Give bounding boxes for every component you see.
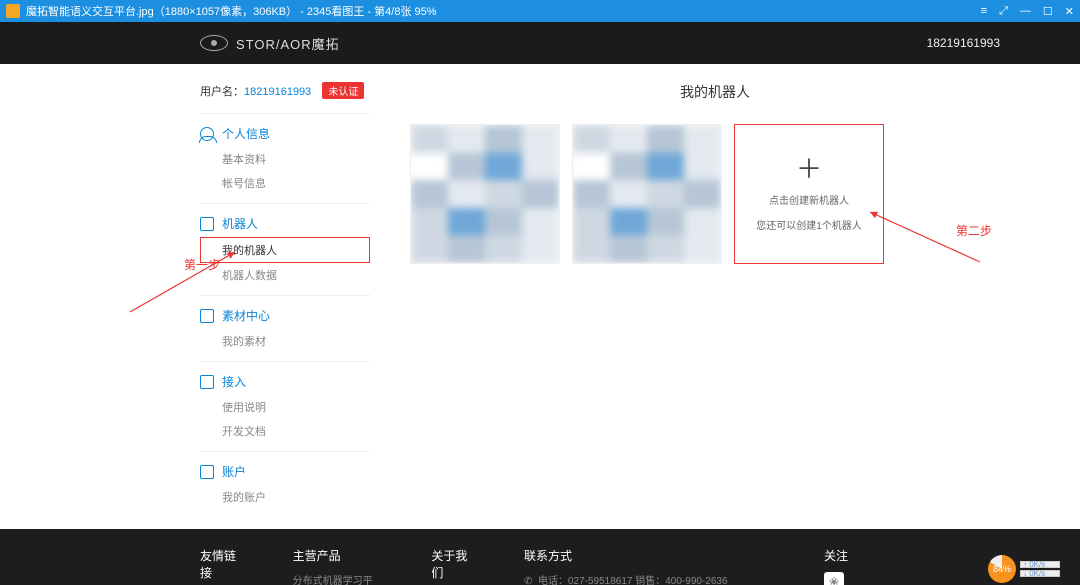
account-icon [200,465,214,479]
user-icon [200,127,214,141]
main-area: 我的机器人 ＋ 点击创建新机器人 您还可以创建1个机器人 [370,82,1020,509]
footer-links: 友情链接 [200,547,243,585]
plus-icon: ＋ [796,156,822,182]
footer-follow: 关注 ❀ [824,547,880,585]
menu-icon[interactable]: ≡ [981,5,987,18]
sidebar: 用户名：18219161993 未认证 个人信息 基本资料 帐号信息 机器人 我… [200,82,370,509]
menu-head-material[interactable]: 素材中心 [200,302,370,329]
app-icon [6,4,20,18]
robot-card-1[interactable] [410,124,560,264]
create-robot-card[interactable]: ＋ 点击创建新机器人 您还可以创建1个机器人 [734,124,884,264]
window-title: 魔拓智能语义交互平台.jpg（1880×1057像素，306KB） - 2345… [26,3,981,19]
menu-head-access[interactable]: 接入 [200,368,370,395]
menu-head-robot[interactable]: 机器人 [200,210,370,237]
wechat-icon[interactable]: ❀ [824,572,844,585]
create-text-1: 点击创建新机器人 [769,192,849,207]
gauge-circle: 84% [988,555,1016,583]
close-icon[interactable]: ✕ [1065,5,1074,18]
logo-icon [200,35,228,51]
sidebar-item-my-robots[interactable]: 我的机器人 [200,237,370,263]
robot-card-2[interactable] [572,124,722,264]
maximize-icon[interactable]: ☐ [1043,5,1053,18]
brand-text: STOR/AOR魔拓 [236,34,340,53]
sidebar-item-account-info[interactable]: 帐号信息 [200,171,370,195]
sidebar-item-basic-info[interactable]: 基本资料 [200,147,370,171]
footer-contact: 联系方式 ✆电话：027-59518617 销售：400-990-2636 ◉Q… [524,547,774,585]
username-row: 用户名：18219161993 未认证 [200,82,370,99]
footer-about: 关于我们 魔拓动态 产品服务 应用案例 加入我们 [431,547,474,585]
menu-head-account[interactable]: 账户 [200,458,370,485]
network-gauge[interactable]: 84% ↑ 0K/s ↓ 0K/s [988,555,1060,583]
page-title: 我的机器人 [410,82,1020,102]
robot-icon [200,217,214,231]
window-controls: ≡ ⤢ — ☐ ✕ [981,5,1074,18]
access-icon [200,375,214,389]
material-icon [200,309,214,323]
phone-icon: ✆ [524,576,534,585]
menu-head-profile[interactable]: 个人信息 [200,120,370,147]
download-speed: ↓ 0K/s [1020,570,1060,577]
create-text-2: 您还可以创建1个机器人 [756,217,862,232]
window-titlebar: 魔拓智能语义交互平台.jpg（1880×1057像素，306KB） - 2345… [0,0,1080,22]
sidebar-item-usage[interactable]: 使用说明 [200,395,370,419]
site-footer: 友情链接 主营产品 分布式机器学习平台 智能交互舆情平台 魔拓智能语义交互平台 … [0,529,1080,585]
username-value: 18219161993 [244,86,311,98]
header-username[interactable]: 18219161993 [927,36,1000,50]
sidebar-item-robot-data[interactable]: 机器人数据 [200,263,370,287]
brand-logo[interactable]: STOR/AOR魔拓 [200,34,340,53]
sidebar-item-my-account[interactable]: 我的账户 [200,485,370,509]
minimize-icon[interactable]: — [1020,5,1031,18]
site-header: STOR/AOR魔拓 18219161993 [0,22,1080,64]
username-label: 用户名： [200,86,244,98]
auth-badge[interactable]: 未认证 [322,82,364,99]
sidebar-item-my-material[interactable]: 我的素材 [200,329,370,353]
footer-products: 主营产品 分布式机器学习平台 智能交互舆情平台 魔拓智能语义交互平台 智能对话机… [293,547,382,585]
expand-icon[interactable]: ⤢ [999,5,1008,18]
sidebar-item-devdocs[interactable]: 开发文档 [200,419,370,443]
upload-speed: ↑ 0K/s [1020,561,1060,568]
